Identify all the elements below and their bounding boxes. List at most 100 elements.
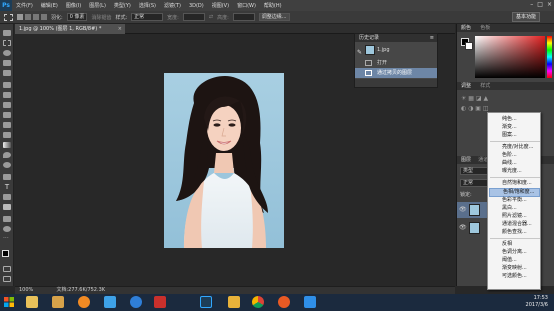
eraser-tool-icon[interactable] [3,132,11,138]
history-brush-tool-icon[interactable] [3,122,11,128]
layer-row-background[interactable]: 👁 [457,220,487,236]
menu-item-exposure[interactable]: 曝光度... [502,168,522,175]
path-select-tool-icon[interactable] [3,194,11,200]
hand-tool-icon[interactable] [3,216,11,222]
photoshop-taskbar-icon[interactable] [200,296,212,308]
history-item-open[interactable]: 打开 [355,58,437,68]
menu-item-photo-filter[interactable]: 照片滤镜... [502,213,527,220]
menu-item-channel-mixer[interactable]: 通道混合器... [502,221,532,228]
layer-filter-select[interactable]: 类型 [460,167,488,175]
crop-tool-icon[interactable] [3,70,11,76]
selection-mode-icons[interactable] [17,13,47,21]
menu-select[interactable]: 选择(S) [135,2,160,9]
menu-item-color-lookup[interactable]: 颜色查找... [502,229,527,236]
menu-edit[interactable]: 编辑(E) [37,2,62,9]
menu-filter[interactable]: 滤镜(T) [160,2,185,9]
background-swatch[interactable] [465,42,473,50]
screen-mode-icon[interactable] [3,276,11,282]
wps-folder-icon[interactable] [228,296,240,308]
clone-stamp-tool-icon[interactable] [3,112,11,118]
quick-mask-icon[interactable] [3,266,11,272]
media-player-icon[interactable] [52,296,64,308]
menu-view[interactable]: 视图(V) [208,2,233,9]
menu-item-black-white[interactable]: 黑白... [502,205,517,212]
menu-item-brightness-contrast[interactable]: 亮度/对比度... [502,144,533,151]
marquee-tool-icon[interactable] [3,40,11,46]
document-tab[interactable]: 1.jpg @ 100% (图层 1, RGB/8#) * × [15,24,125,34]
tab-styles[interactable]: 样式 [480,83,490,89]
tab-swatches[interactable]: 色板 [480,25,490,31]
feather-input[interactable]: 0 像素 [66,13,88,21]
type-tool-icon[interactable]: T [3,184,11,191]
visibility-eye-icon[interactable]: 👁 [459,224,467,231]
word-document-icon[interactable] [154,296,166,308]
zoom-level[interactable]: 100% [19,287,33,293]
app-store-icon[interactable] [104,296,116,308]
maximize-button[interactable]: □ [537,1,543,8]
tab-color[interactable]: 颜色 [461,25,471,31]
visibility-eye-icon[interactable]: 👁 [459,206,467,213]
color-picker-field[interactable] [475,36,545,78]
chrome-icon[interactable] [252,296,264,308]
system-clock[interactable]: 17:53 2017/3/6 [526,295,548,309]
move-tool-icon[interactable] [3,30,11,36]
style-select[interactable]: 正常 [131,13,164,21]
swap-icon[interactable]: ⇄ [209,14,213,20]
menu-layer[interactable]: 图层(L) [85,2,110,9]
menu-item-selective-color[interactable]: 可选颜色... [502,273,527,280]
layer-row-layer1[interactable]: 👁 [457,202,487,218]
close-button[interactable]: × [547,1,552,8]
antialias-checkbox[interactable]: 消除锯齿 [91,14,111,21]
menu-item-levels[interactable]: 色阶... [502,152,517,159]
foreground-color-swatch[interactable] [2,250,9,257]
menu-window[interactable]: 窗口(W) [233,2,260,9]
history-snapshot[interactable]: ✎ 1.jpg [355,43,437,57]
menu-item-posterize[interactable]: 色调分离... [502,249,527,256]
menu-item-solid-color[interactable]: 纯色... [502,116,517,123]
menu-3d[interactable]: 3D(D) [185,3,208,9]
workspace-select[interactable]: 基本功能 [511,12,540,22]
dodge-tool-icon[interactable] [3,162,11,168]
more-tools-icon[interactable]: ··· [3,236,11,242]
menu-item-vibrance[interactable]: 自然饱和度... [502,180,532,187]
eyedropper-tool-icon[interactable] [3,82,11,88]
menu-item-gradient[interactable]: 渐变... [502,124,517,131]
healing-brush-tool-icon[interactable] [3,92,11,98]
history-item-layer-via-copy[interactable]: 通过拷贝的图层 [355,68,437,78]
blend-mode-select[interactable]: 正常 [460,179,488,187]
start-button-icon[interactable] [3,296,15,308]
menu-file[interactable]: 文件(F) [12,2,37,9]
menu-item-pattern[interactable]: 图案... [502,132,517,139]
menu-help[interactable]: 帮助(H) [260,2,286,9]
zoom-tool-icon[interactable] [3,226,11,232]
menu-item-gradient-map[interactable]: 渐变映射... [502,265,527,272]
height-input[interactable] [232,13,255,21]
menu-item-curves[interactable]: 曲线... [502,160,517,167]
brush-tool-icon[interactable] [3,102,11,108]
gradient-tool-icon[interactable] [3,142,11,148]
menu-type[interactable]: 类型(Y) [110,2,135,9]
hue-slider[interactable] [547,36,552,78]
marquee-tool-icon[interactable] [4,13,13,21]
quick-select-tool-icon[interactable] [3,60,11,66]
panel-menu-icon[interactable]: ≡ [430,34,434,42]
lasso-tool-icon[interactable] [3,50,11,56]
refine-edge-button[interactable]: 调整边缘... [258,13,290,21]
minimize-button[interactable]: – [530,1,533,8]
width-input[interactable] [182,13,205,21]
browser-360-safe-icon[interactable] [278,296,290,308]
file-explorer-icon[interactable] [26,296,38,308]
tab-adjustments[interactable]: 调整 [461,83,471,89]
blur-tool-icon[interactable] [3,152,11,158]
wps-writer-icon[interactable] [304,296,316,308]
close-tab-icon[interactable]: × [118,24,122,34]
menu-item-color-balance[interactable]: 色彩平衡... [502,197,527,204]
menu-item-hue-saturation[interactable]: 色相/饱和度... [489,188,540,197]
menu-item-invert[interactable]: 反相 [502,241,512,248]
browser-360-icon[interactable] [78,296,90,308]
document-canvas[interactable] [164,73,284,248]
kuwo-music-icon[interactable] [130,296,142,308]
shape-tool-icon[interactable] [3,204,11,210]
menu-image[interactable]: 图像(I) [62,2,85,9]
menu-item-threshold[interactable]: 阈值... [502,257,517,264]
